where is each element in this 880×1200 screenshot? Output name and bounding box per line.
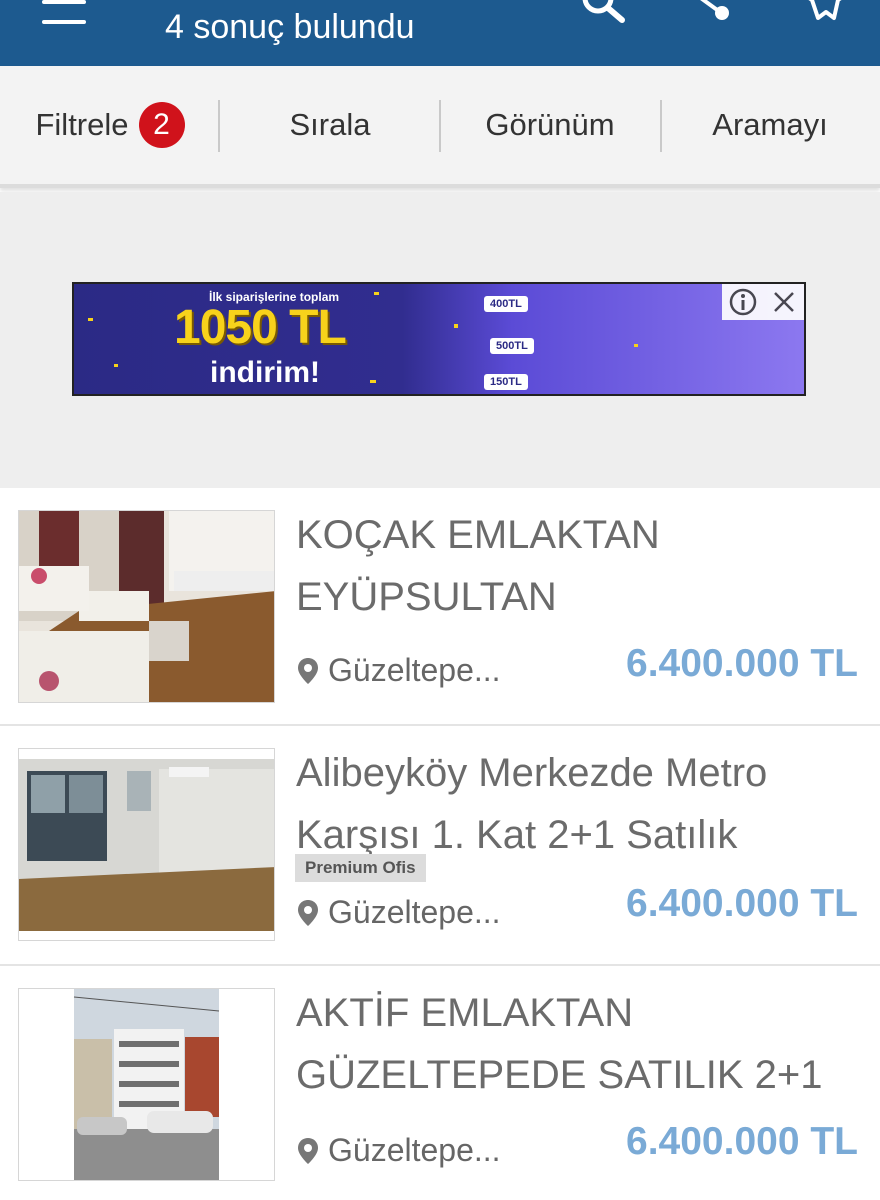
search-icon[interactable] xyxy=(578,0,628,30)
save-search-label: Aramayı xyxy=(712,107,828,142)
star-icon[interactable] xyxy=(800,0,850,30)
sort-button[interactable]: Sırala xyxy=(220,66,440,184)
listing-price: 6.400.000 TL xyxy=(626,1120,858,1163)
map-pin-icon xyxy=(298,657,318,684)
view-button[interactable]: Görünüm xyxy=(440,66,660,184)
filter-button[interactable]: Filtrele 2 xyxy=(0,66,220,184)
info-icon[interactable] xyxy=(722,284,763,320)
ad-discount-text: indirim! xyxy=(210,356,320,389)
listing-title[interactable]: Alibeyköy Merkezde Metro Karşısı 1. Kat … xyxy=(296,742,866,866)
hamburger-menu-icon[interactable] xyxy=(42,0,88,26)
save-search-button[interactable]: Aramayı xyxy=(660,66,880,184)
location-text: Güzeltepe... xyxy=(328,894,501,930)
view-label: Görünüm xyxy=(485,107,615,142)
map-pin-icon xyxy=(298,899,318,926)
listing-item[interactable]: Alibeyköy Merkezde Metro Karşısı 1. Kat … xyxy=(0,726,880,966)
listing-title[interactable]: AKTİF EMLAKTAN GÜZELTEPEDE SATILIK 2+1 xyxy=(296,982,866,1106)
ad-area: İlk siparişlerine toplam 1050 TL indirim… xyxy=(0,192,880,488)
listing-item[interactable]: AKTİF EMLAKTAN GÜZELTEPEDE SATILIK 2+1 G… xyxy=(0,966,880,1200)
listing-price: 6.400.000 TL xyxy=(626,642,858,685)
listing-location: Güzeltepe... xyxy=(296,1132,501,1169)
listing-title[interactable]: KOÇAK EMLAKTAN EYÜPSULTAN xyxy=(296,504,866,628)
filter-label: Filtrele xyxy=(35,107,129,142)
ad-tag: 150TL xyxy=(484,374,528,390)
listing-location: Güzeltepe... xyxy=(296,894,501,931)
listing-location: Güzeltepe... xyxy=(296,652,501,689)
toolbar: Filtrele 2 Sırala Görünüm Aramayı xyxy=(0,66,880,188)
app-header: 4 sonuç bulundu xyxy=(0,0,880,66)
filter-count-badge: 2 xyxy=(138,102,185,148)
ad-tag: 400TL xyxy=(484,296,528,312)
close-icon[interactable] xyxy=(763,284,804,320)
sort-label: Sırala xyxy=(289,107,371,142)
location-text: Güzeltepe... xyxy=(328,652,501,688)
listing-photo xyxy=(18,748,275,941)
premium-badge: Premium Ofis xyxy=(295,854,426,882)
ad-amount: 1050 TL xyxy=(174,301,347,354)
location-text: Güzeltepe... xyxy=(328,1132,501,1168)
share-icon[interactable] xyxy=(688,0,738,30)
listing-price: 6.400.000 TL xyxy=(626,882,858,925)
results-count-title: 4 sonuç bulundu xyxy=(165,8,415,46)
listing-photo xyxy=(18,510,275,703)
map-pin-icon xyxy=(298,1137,318,1164)
listing-photo xyxy=(18,988,275,1181)
ad-controls xyxy=(722,284,804,320)
ad-tag: 500TL xyxy=(490,338,534,354)
listing-item[interactable]: KOÇAK EMLAKTAN EYÜPSULTAN Güzeltepe... 6… xyxy=(0,488,880,726)
ad-banner[interactable]: İlk siparişlerine toplam 1050 TL indirim… xyxy=(72,282,806,396)
